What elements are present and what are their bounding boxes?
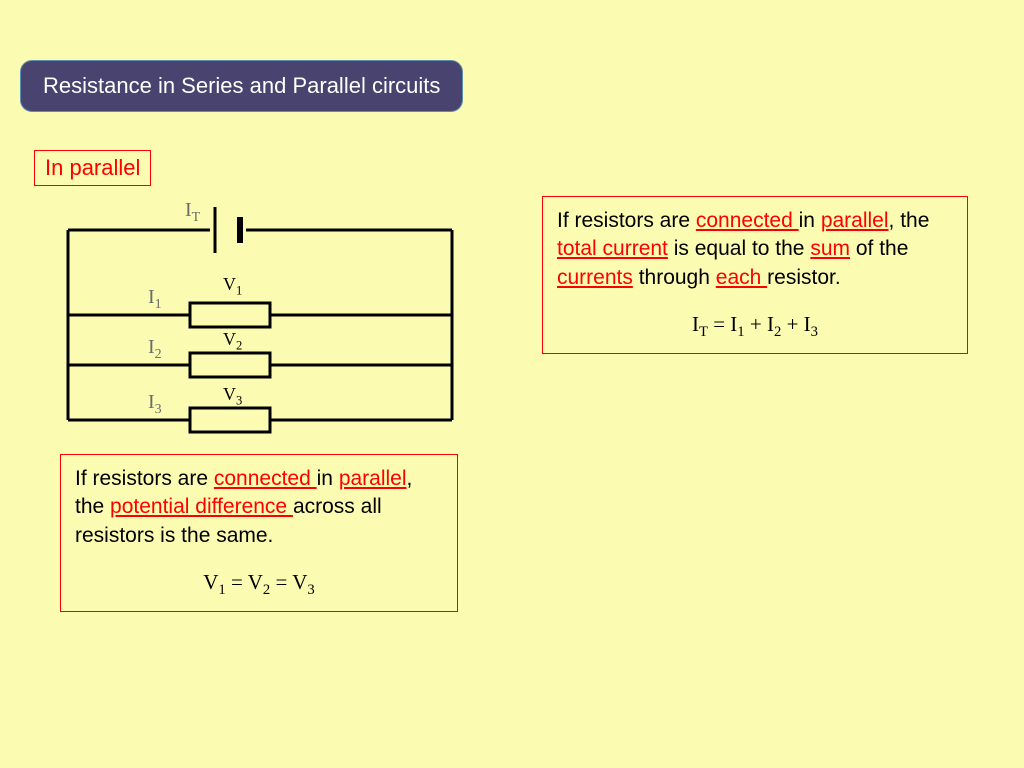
label-v3: V3: [223, 384, 242, 409]
textbox-voltage-rule: If resistors are connected in parallel, …: [60, 454, 458, 612]
label-i3: I3: [148, 391, 162, 418]
subheading-in-parallel: In parallel: [34, 150, 151, 186]
parallel-circuit-diagram: IT I1 I2 I3 V1 V2 V3: [60, 195, 460, 445]
textbox-current-rule: If resistors are connected in parallel, …: [542, 196, 968, 354]
label-v1: V1: [223, 274, 242, 299]
equation-current: IT = I1 + I2 + I3: [557, 310, 953, 343]
label-v2: V2: [223, 329, 242, 354]
label-it: IT: [185, 199, 200, 226]
label-i1: I1: [148, 286, 162, 313]
label-i2: I2: [148, 336, 162, 363]
slide-title: Resistance in Series and Parallel circui…: [20, 60, 463, 112]
circuit-svg: [60, 195, 460, 445]
equation-voltage: V1 = V2 = V3: [75, 568, 443, 601]
